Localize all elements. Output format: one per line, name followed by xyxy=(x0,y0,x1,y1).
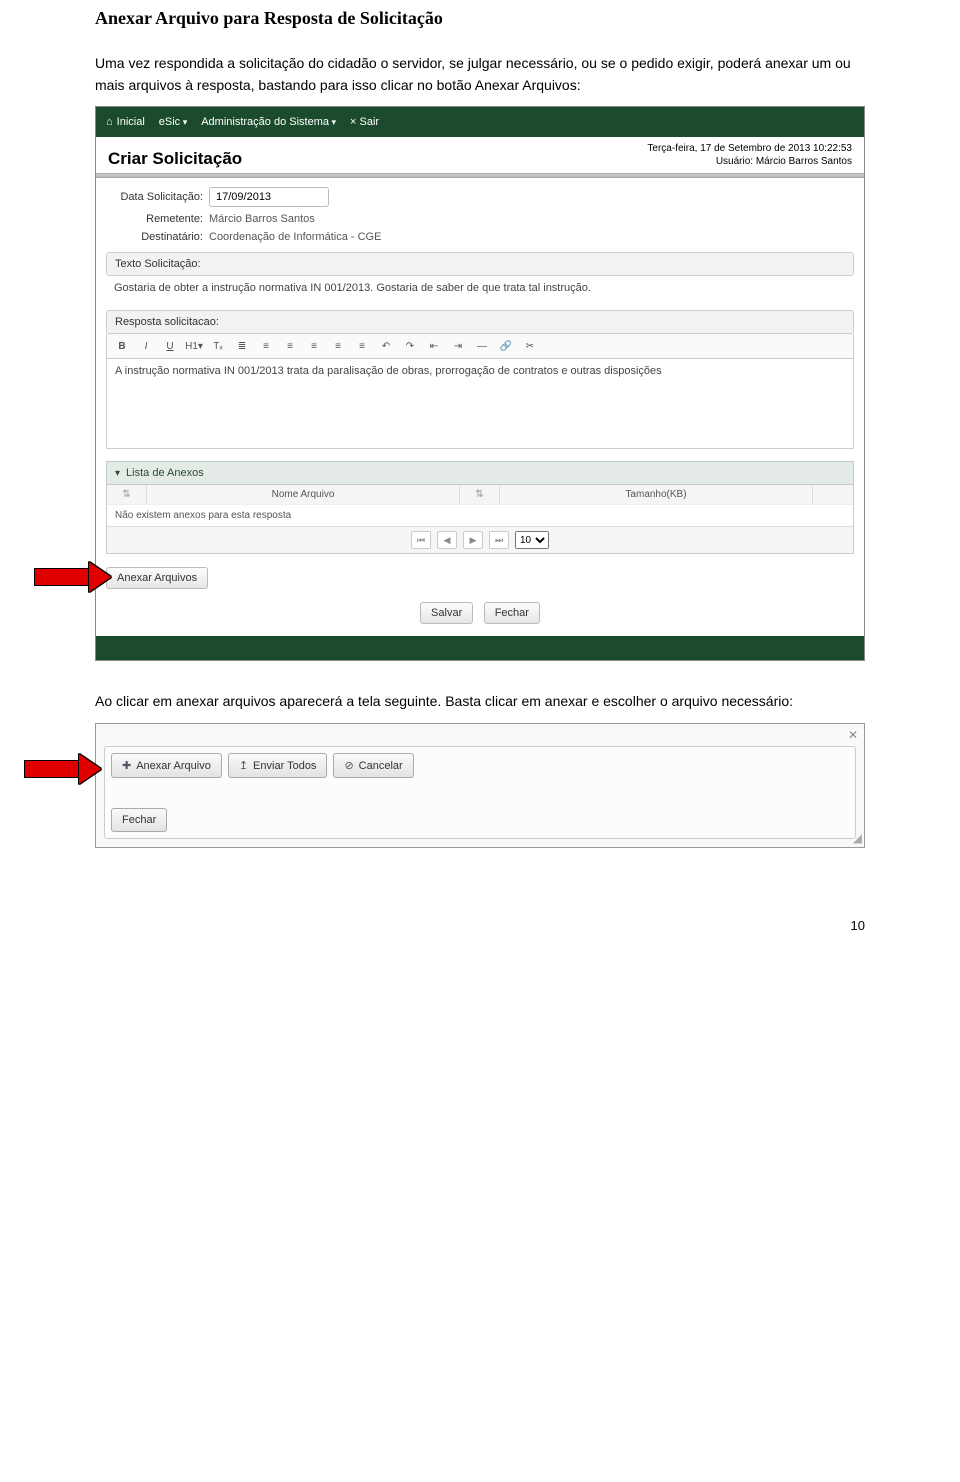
tb-underline[interactable]: U xyxy=(161,338,179,354)
tb-clear[interactable]: Tₓ xyxy=(209,338,227,354)
tb-align-center-icon[interactable]: ≡ xyxy=(305,338,323,354)
texto-solicitacao-head: Texto Solicitação: xyxy=(106,252,854,276)
screenshot-dialog-anexar: ✕ ✚ Anexar Arquivo ↥ Enviar Todos ⊘ Canc… xyxy=(95,723,865,848)
col-tamanho: Tamanho(KB) xyxy=(625,489,686,500)
nav-admin[interactable]: Administração do Sistema xyxy=(201,116,336,128)
editor-toolbar: B I U H1▾ Tₓ ≣ ≡ ≡ ≡ ≡ ≡ ↶ ↷ ⇤ ⇥ — 🔗 ✂ xyxy=(106,334,854,359)
header-user: Usuário: Márcio Barros Santos xyxy=(647,156,852,167)
label-remetente: Remetente: xyxy=(108,213,203,225)
fechar-dialog-button[interactable]: Fechar xyxy=(111,808,167,832)
col-nome: Nome Arquivo xyxy=(272,489,335,500)
anexar-arquivo-label: Anexar Arquivo xyxy=(136,760,211,772)
pager-last[interactable]: ⏭ xyxy=(489,531,509,549)
lista-anexos-label: Lista de Anexos xyxy=(126,467,204,479)
editor-body[interactable]: A instrução normativa IN 001/2013 trata … xyxy=(106,359,854,449)
red-arrow-indicator xyxy=(24,754,104,784)
enviar-todos-button[interactable]: ↥ Enviar Todos xyxy=(228,753,328,778)
anexos-table: Nome Arquivo Tamanho(KB) Não existem ane… xyxy=(106,485,854,554)
lista-anexos-head[interactable]: Lista de Anexos xyxy=(106,461,854,485)
anexar-arquivos-button[interactable]: Anexar Arquivos xyxy=(106,567,208,589)
page-number: 10 xyxy=(0,878,960,953)
pager: ⏮ ◀ ▶ ⏭ 10 xyxy=(107,526,853,553)
salvar-button[interactable]: Salvar xyxy=(420,602,473,624)
pager-prev[interactable]: ◀ xyxy=(437,531,457,549)
input-data-solicitacao[interactable] xyxy=(209,187,329,207)
nav-esic[interactable]: eSic xyxy=(159,116,187,128)
footer-bar xyxy=(96,636,864,660)
pager-size-select[interactable]: 10 xyxy=(515,531,549,549)
tb-ol-icon[interactable]: ≣ xyxy=(233,338,251,354)
intro-paragraph: Uma vez respondida a solicitação do cida… xyxy=(95,53,865,96)
label-data: Data Solicitação: xyxy=(108,191,203,203)
tb-indent-icon[interactable]: ⇥ xyxy=(449,338,467,354)
sort-icon[interactable] xyxy=(122,489,130,500)
value-remetente: Márcio Barros Santos xyxy=(209,213,315,225)
cancelar-label: Cancelar xyxy=(359,760,403,772)
tb-italic[interactable]: I xyxy=(137,338,155,354)
cancelar-button[interactable]: ⊘ Cancelar xyxy=(333,753,413,778)
pager-next[interactable]: ▶ xyxy=(463,531,483,549)
texto-solicitacao-body: Gostaria de obter a instrução normativa … xyxy=(106,276,854,304)
tb-align-right-icon[interactable]: ≡ xyxy=(329,338,347,354)
resize-handle-icon[interactable]: ◢ xyxy=(853,831,862,845)
tb-bold[interactable]: B xyxy=(113,338,131,354)
nav-inicial[interactable]: Inicial xyxy=(106,116,145,128)
nav-sair-label: Sair xyxy=(360,116,380,128)
tb-link-icon[interactable]: 🔗 xyxy=(497,338,515,354)
value-destinatario: Coordenação de Informática - CGE xyxy=(209,231,381,243)
fechar-button[interactable]: Fechar xyxy=(484,602,540,624)
tb-outdent-icon[interactable]: ⇤ xyxy=(425,338,443,354)
header-meta: Terça-feira, 17 de Setembro de 2013 10:2… xyxy=(647,143,852,169)
tb-align-left-icon[interactable]: ≡ xyxy=(281,338,299,354)
tb-undo-icon[interactable]: ↶ xyxy=(377,338,395,354)
tb-ul-icon[interactable]: ≡ xyxy=(257,338,275,354)
tb-h1[interactable]: H1▾ xyxy=(185,338,203,354)
screenshot-criar-solicitacao: Inicial eSic Administração do Sistema × … xyxy=(95,106,865,661)
enviar-todos-label: Enviar Todos xyxy=(253,760,316,772)
resposta-head: Resposta solicitacao: xyxy=(106,310,854,334)
red-arrow-indicator xyxy=(34,562,114,592)
tb-unlink-icon[interactable]: ✂ xyxy=(521,338,539,354)
page-title: Criar Solicitação xyxy=(108,149,242,169)
tb-redo-icon[interactable]: ↷ xyxy=(401,338,419,354)
second-paragraph: Ao clicar em anexar arquivos aparecerá a… xyxy=(95,691,865,713)
tb-align-justify-icon[interactable]: ≡ xyxy=(353,338,371,354)
pager-first[interactable]: ⏮ xyxy=(411,531,431,549)
nav-sair[interactable]: × Sair xyxy=(350,116,379,128)
collapse-icon xyxy=(115,467,120,479)
cancel-icon: ⊘ xyxy=(344,759,353,772)
upload-icon: ↥ xyxy=(239,759,248,772)
sort-icon[interactable] xyxy=(475,489,483,500)
table-row-empty: Não existem anexos para esta resposta xyxy=(107,504,853,526)
header-datetime: Terça-feira, 17 de Setembro de 2013 10:2… xyxy=(647,143,852,154)
anexar-arquivo-button[interactable]: ✚ Anexar Arquivo xyxy=(111,753,222,778)
label-destinatario: Destinatário: xyxy=(108,231,203,243)
close-icon[interactable]: ✕ xyxy=(848,728,858,742)
doc-title: Anexar Arquivo para Resposta de Solicita… xyxy=(95,8,865,29)
plus-icon: ✚ xyxy=(122,759,131,772)
top-nav: Inicial eSic Administração do Sistema × … xyxy=(96,107,864,137)
tb-hr-icon[interactable]: — xyxy=(473,338,491,354)
